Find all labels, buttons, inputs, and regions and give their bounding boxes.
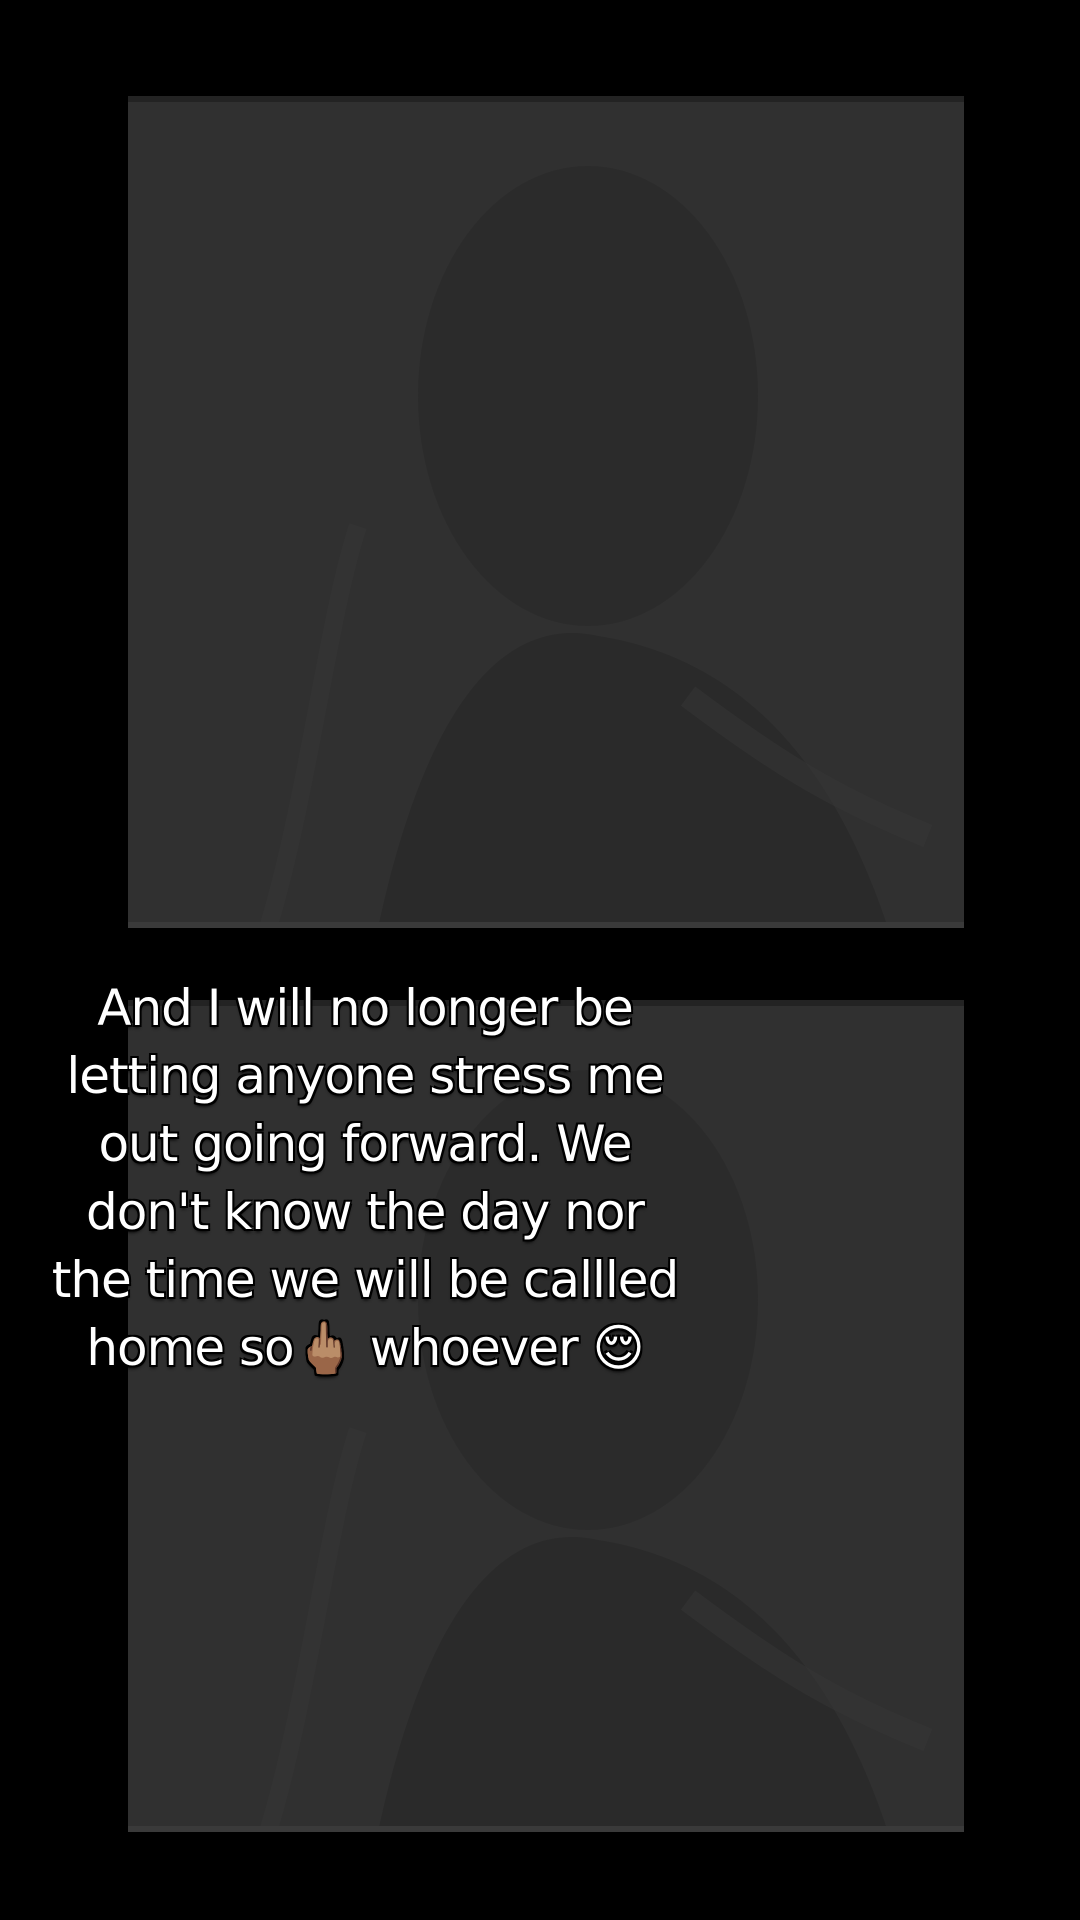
top-photo-panel [128,96,964,928]
overlay-caption: And I will no longer be letting anyone s… [20,974,710,1382]
caption-line-1: And I will no longer be [97,979,633,1037]
caption-line-6: home so🖕🏽 whoever 😌 [86,1319,644,1377]
caption-line-4: don't know the day nor [86,1183,645,1241]
caption-line-5: the time we will be callled [51,1251,680,1309]
top-photo-image [128,96,964,928]
caption-line-2: letting anyone stress me [66,1047,664,1105]
caption-line-3: out going forward. We [98,1115,632,1173]
